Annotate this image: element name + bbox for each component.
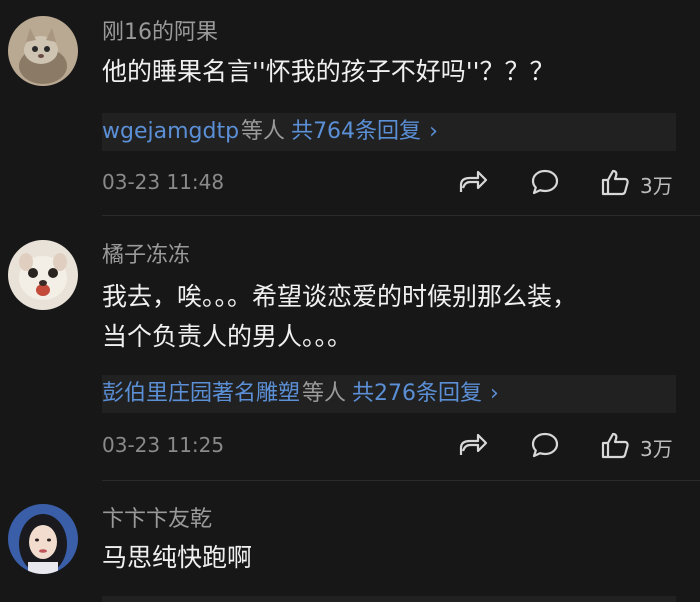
username[interactable]: 卞卞卞友乾 — [102, 501, 212, 533]
replies-preview — [102, 596, 676, 602]
avatar[interactable] — [8, 240, 78, 310]
share-button[interactable] — [458, 431, 488, 463]
comment-text-line: 他的睡果名言''怀我的孩子不好吗''？？？ — [102, 57, 555, 86]
reply-users-link[interactable]: 彭伯里庄园著名雕塑 — [102, 381, 300, 406]
like-count: 3万 — [640, 174, 673, 198]
reply-etc-label: 等人 — [302, 381, 347, 406]
thumbs-up-icon — [601, 432, 629, 459]
reply-count-link[interactable]: 共276条回复 — [352, 381, 482, 406]
username[interactable]: 橘子冻冻 — [102, 237, 190, 269]
comment-button[interactable] — [530, 168, 560, 200]
username[interactable]: 刚16的阿果 — [102, 14, 218, 46]
share-icon — [459, 433, 488, 455]
reply-users-link[interactable]: wgejamgdtp — [102, 119, 239, 144]
timestamp: 03-23 11:48 — [102, 170, 225, 194]
avatar[interactable] — [8, 16, 78, 86]
comment-bubble-icon — [531, 432, 559, 458]
woman-avatar-icon — [8, 504, 78, 574]
chevron-right-icon: › — [490, 381, 499, 406]
share-button[interactable] — [458, 168, 488, 200]
replies-preview[interactable]: 彭伯里庄园著名雕塑等人 共276条回复 › — [102, 375, 676, 413]
reply-etc-label: 等人 — [241, 119, 286, 144]
chevron-right-icon: › — [429, 119, 438, 144]
comment-text-line: 我去，唉。。。希望谈恋爱的时候别那么装， — [102, 282, 578, 311]
comment-item: 卞卞卞友乾 马思纯快跑啊 — [0, 480, 700, 602]
comment-bubble-icon — [531, 169, 559, 195]
like-button[interactable] — [600, 168, 630, 200]
timestamp: 03-23 11:25 — [102, 433, 225, 457]
comment-text: 他的睡果名言''怀我的孩子不好吗''？？？ — [102, 52, 555, 92]
cat-avatar-icon — [8, 16, 78, 86]
comment-item: 刚16的阿果 他的睡果名言''怀我的孩子不好吗''？？？ wgejamgdtp等… — [0, 0, 700, 215]
like-button[interactable] — [600, 431, 630, 463]
comment-text: 马思纯快跑啊 — [102, 538, 252, 578]
reply-count-link[interactable]: 共764条回复 — [291, 119, 421, 144]
comment-text: 我去，唉。。。希望谈恋爱的时候别那么装， 当个负责人的男人。。。 — [102, 277, 577, 357]
replies-preview[interactable]: wgejamgdtp等人 共764条回复 › — [102, 113, 676, 151]
comment-text-line: 马思纯快跑啊 — [102, 543, 253, 572]
share-icon — [459, 170, 488, 192]
comment-text-line: 当个负责人的男人。。。 — [102, 322, 353, 351]
like-count: 3万 — [640, 437, 673, 461]
comment-button[interactable] — [530, 431, 560, 463]
avatar[interactable] — [8, 504, 78, 574]
dog-avatar-icon — [8, 240, 78, 310]
comment-item: 橘子冻冻 我去，唉。。。希望谈恋爱的时候别那么装， 当个负责人的男人。。。 彭伯… — [0, 215, 700, 480]
thumbs-up-icon — [601, 169, 629, 196]
